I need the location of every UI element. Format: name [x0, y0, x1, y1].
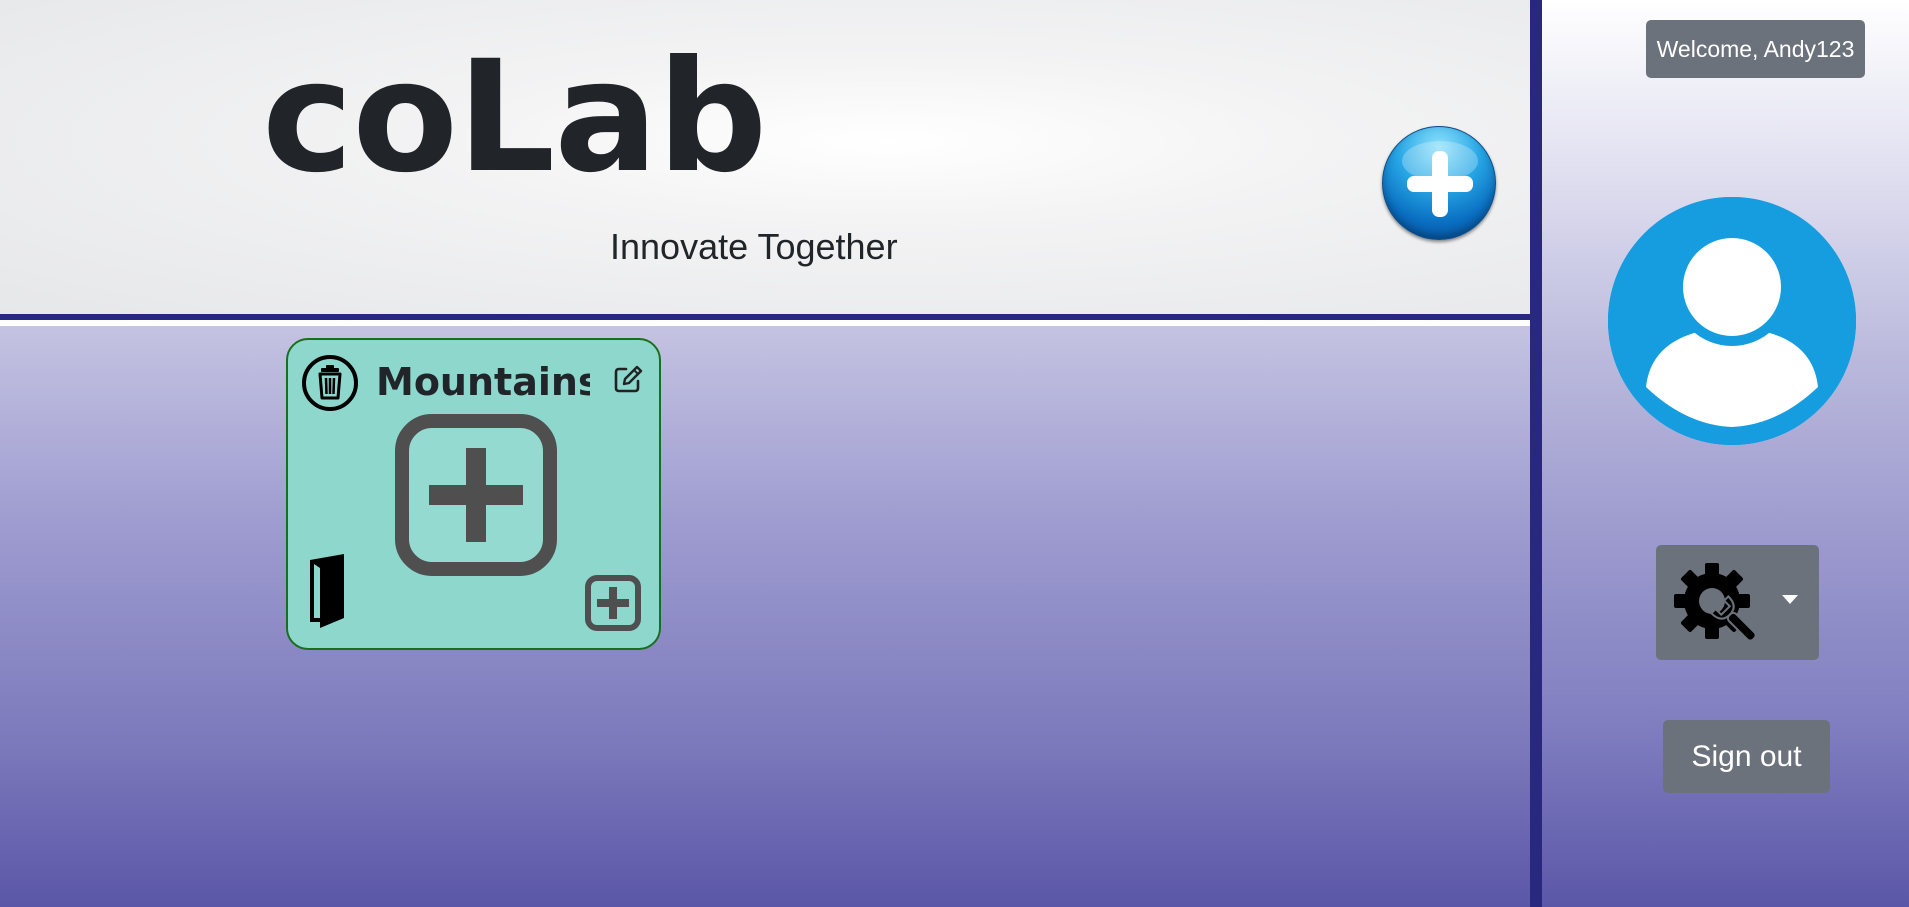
chevron-down-icon [1782, 595, 1798, 604]
panel-divider [1530, 0, 1542, 907]
user-sidebar: Welcome, Andy123 Sign out [1542, 0, 1909, 907]
enter-project-button[interactable] [306, 552, 352, 630]
door-icon [310, 554, 344, 628]
add-item-button[interactable] [394, 413, 558, 577]
app-tagline: Innovate Together [610, 226, 898, 267]
add-project-button[interactable] [1382, 126, 1496, 240]
sign-out-button[interactable]: Sign out [1663, 720, 1830, 793]
add-square-icon [585, 575, 641, 631]
add-square-icon [395, 414, 557, 576]
add-circle-icon [1402, 141, 1478, 217]
project-title: Mountains [376, 360, 590, 404]
edit-project-button[interactable] [613, 364, 643, 394]
add-member-button[interactable] [584, 574, 642, 632]
gear-wrench-icon [1674, 563, 1757, 642]
app-title: coLab [262, 28, 767, 207]
edit-icon [614, 365, 643, 393]
delete-project-button[interactable] [301, 354, 359, 412]
avatar[interactable] [1608, 197, 1856, 445]
header: coLab Innovate Together [0, 0, 1530, 320]
main-area: coLab Innovate Together Mountains [0, 0, 1530, 907]
project-card[interactable]: Mountains [286, 338, 661, 650]
trash-icon [302, 355, 358, 411]
user-avatar-icon [1608, 197, 1856, 445]
welcome-badge: Welcome, Andy123 [1646, 20, 1865, 78]
settings-dropdown-button[interactable] [1656, 545, 1819, 660]
project-board [0, 326, 1530, 907]
